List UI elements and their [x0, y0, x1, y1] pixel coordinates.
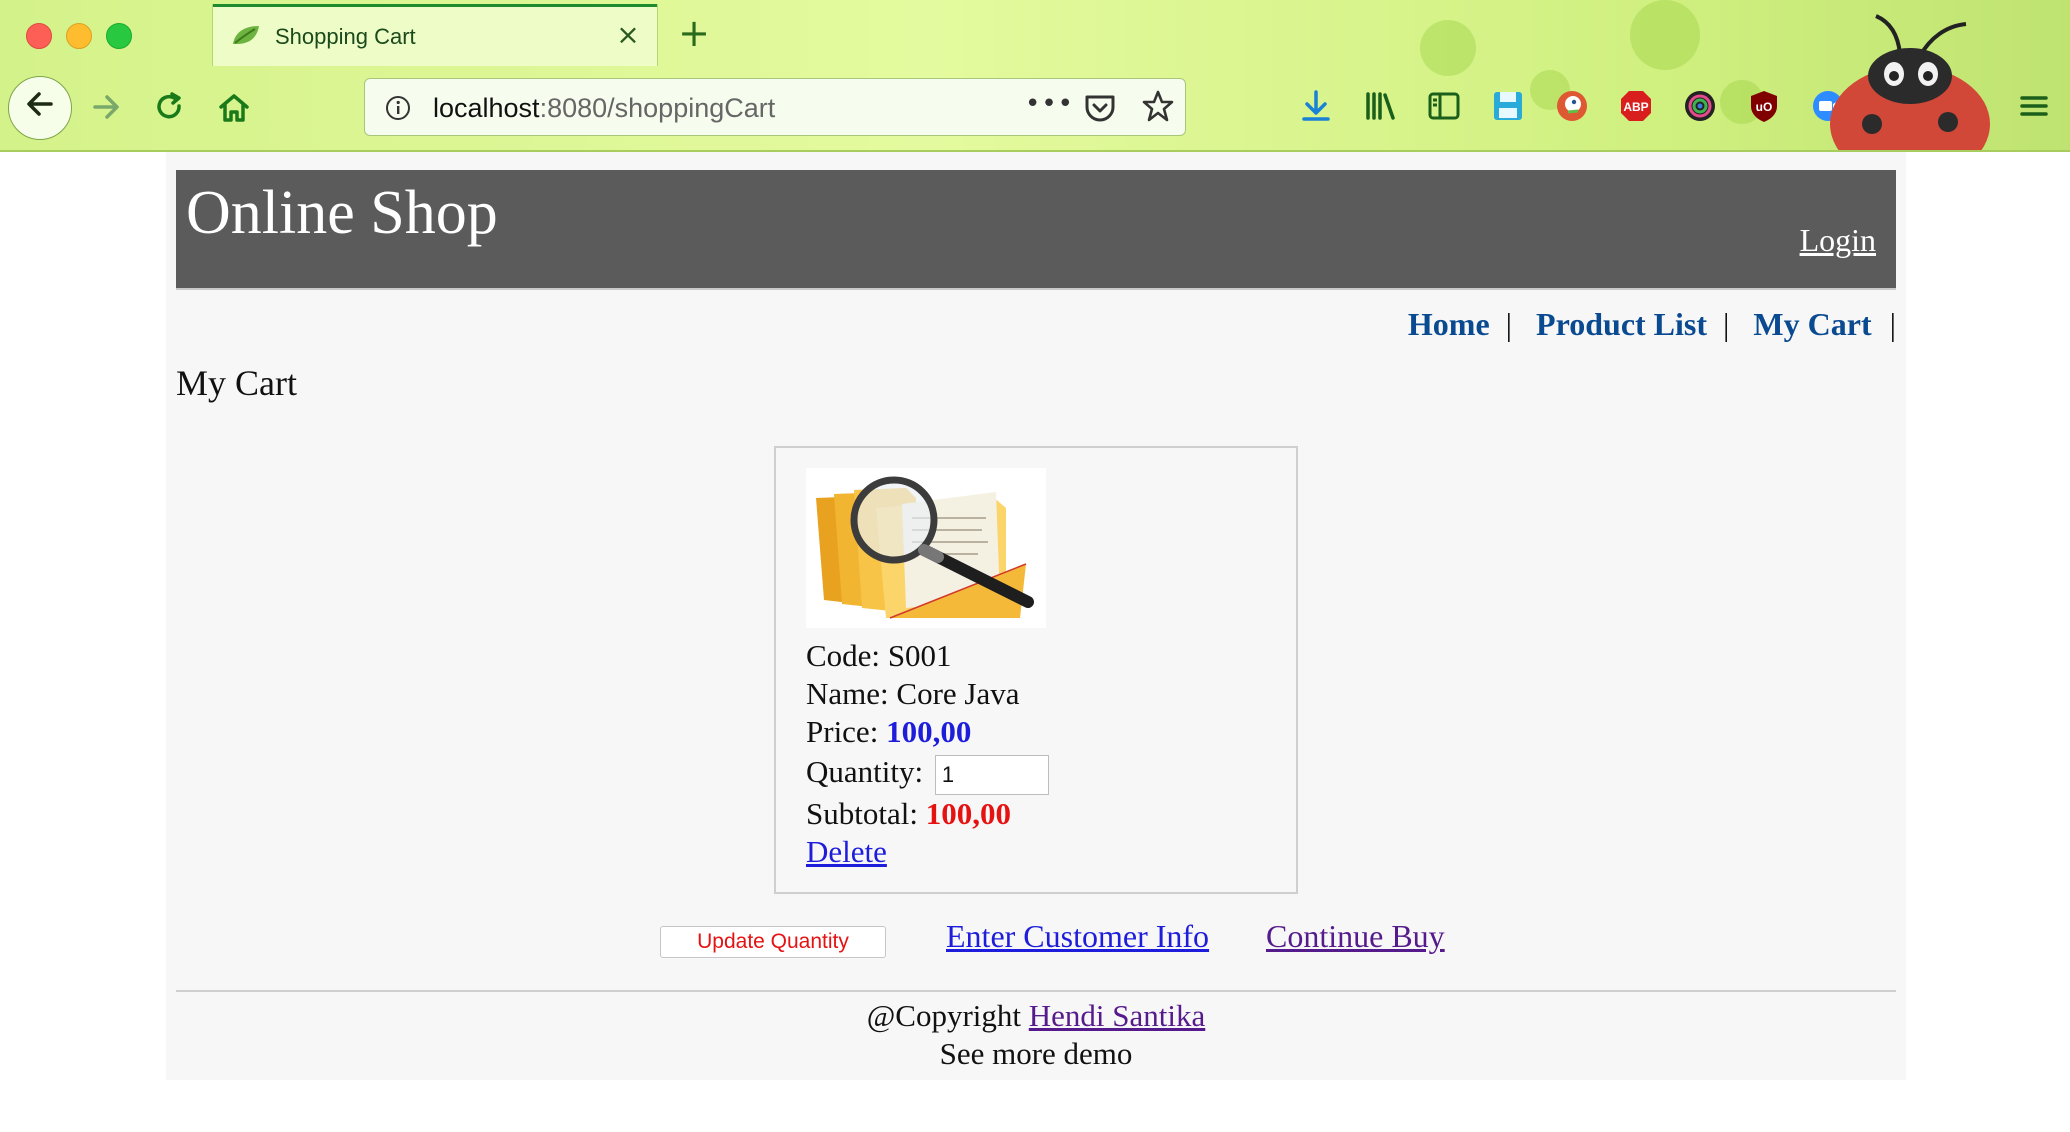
code-label: Code:	[806, 638, 881, 673]
main-menu: Home | Product List | My Cart |	[1408, 306, 1896, 343]
browser-chrome: Shopping Cart × + localhost:8080/shoppin…	[0, 0, 2070, 152]
author-link[interactable]: Hendi Santika	[1029, 998, 1206, 1033]
save-icon[interactable]	[1490, 88, 1526, 124]
theme-decoration	[1420, 20, 1476, 76]
delete-link[interactable]: Delete	[806, 834, 887, 869]
delete-row: Delete	[806, 834, 887, 870]
price-value: 100,00	[886, 714, 972, 749]
quantity-label: Quantity:	[806, 754, 924, 789]
url-path: :8080/shoppingCart	[539, 93, 776, 123]
window-minimize-button[interactable]	[66, 23, 92, 49]
menu-item-my-cart[interactable]: My Cart	[1753, 306, 1871, 342]
product-subtotal: Subtotal: 100,00	[806, 796, 1011, 832]
pocket-icon[interactable]	[1083, 91, 1117, 125]
menu-icon[interactable]	[2016, 88, 2052, 124]
duckduckgo-icon[interactable]	[1554, 88, 1590, 124]
download-icon[interactable]	[1298, 88, 1334, 124]
window-maximize-button[interactable]	[106, 23, 132, 49]
quantity-input[interactable]: 1	[934, 754, 1049, 795]
reload-button[interactable]	[142, 80, 198, 136]
subtotal-value: 100,00	[925, 796, 1011, 831]
forward-arrow-icon	[93, 95, 119, 119]
ublock-label: uO	[1756, 100, 1773, 114]
product-price: Price: 100,00	[806, 714, 971, 750]
back-button[interactable]	[8, 76, 72, 140]
tab-close-icon[interactable]: ×	[615, 21, 641, 49]
product-quantity: Quantity: 1	[806, 754, 1049, 795]
footer-divider	[176, 990, 1896, 992]
folder-magnifier-icon	[806, 468, 1046, 628]
menu-separator: |	[1723, 306, 1730, 342]
enter-customer-info-link[interactable]: Enter Customer Info	[946, 918, 1209, 955]
bookmark-star-icon[interactable]	[1141, 89, 1175, 123]
menu-item-home[interactable]: Home	[1408, 306, 1490, 342]
address-bar[interactable]: localhost:8080/shoppingCart •••	[364, 78, 1186, 136]
menu-separator: |	[1505, 306, 1513, 342]
menu-item-product-list[interactable]: Product List	[1536, 306, 1707, 342]
tab-title: Shopping Cart	[275, 24, 416, 49]
home-button[interactable]	[206, 80, 262, 136]
window-close-button[interactable]	[26, 23, 52, 49]
product-code: Code: S001	[806, 638, 952, 674]
reload-icon	[157, 92, 181, 119]
abp-label: ABP	[1623, 100, 1648, 114]
see-more-demo: See more demo	[939, 1036, 1133, 1071]
login-link[interactable]: Login	[1800, 222, 1876, 259]
theme-decoration	[1630, 0, 1700, 70]
name-label: Name:	[806, 676, 889, 711]
color-picker-icon[interactable]	[1682, 88, 1718, 124]
ublock-icon[interactable]: uO	[1746, 88, 1782, 124]
tab-shopping-cart[interactable]: Shopping Cart ×	[212, 4, 658, 66]
new-tab-button[interactable]: +	[676, 14, 712, 52]
name-value: Core Java	[896, 676, 1020, 711]
library-icon[interactable]	[1362, 88, 1398, 124]
price-label: Price:	[806, 714, 879, 749]
adblock-plus-icon[interactable]: ABP	[1618, 88, 1654, 124]
url-text[interactable]: localhost:8080/shoppingCart	[433, 93, 775, 124]
page-title: My Cart	[176, 363, 297, 403]
continue-buy-link[interactable]: Continue Buy	[1266, 918, 1445, 955]
tab-active-indicator	[213, 4, 657, 7]
code-value: S001	[887, 638, 952, 673]
info-icon[interactable]	[385, 95, 411, 121]
sidebar-icon[interactable]	[1426, 88, 1462, 124]
subtotal-label: Subtotal:	[806, 796, 918, 831]
spring-leaf-icon	[231, 24, 261, 46]
home-icon	[219, 94, 249, 122]
product-name: Name: Core Java	[806, 676, 1019, 712]
site-header: Online Shop Login	[176, 170, 1896, 290]
url-host: localhost	[433, 93, 540, 123]
site-title: Online Shop	[186, 179, 498, 247]
update-quantity-button[interactable]: Update Quantity	[660, 926, 886, 958]
back-arrow-icon	[27, 92, 53, 116]
footer-copyright: @Copyright Hendi Santika	[166, 998, 1906, 1034]
cart-item: Code: S001 Name: Core Java Price: 100,00…	[774, 446, 1298, 894]
menu-separator: |	[1889, 306, 1896, 342]
ladybug-theme-icon	[1780, 14, 2020, 150]
forward-button[interactable]	[78, 80, 134, 136]
page-actions-icon[interactable]: •••	[1025, 89, 1074, 119]
copyright-text: @Copyright	[866, 998, 1022, 1033]
page-container: Online Shop Login Home | Product List | My C…	[166, 152, 1906, 1080]
